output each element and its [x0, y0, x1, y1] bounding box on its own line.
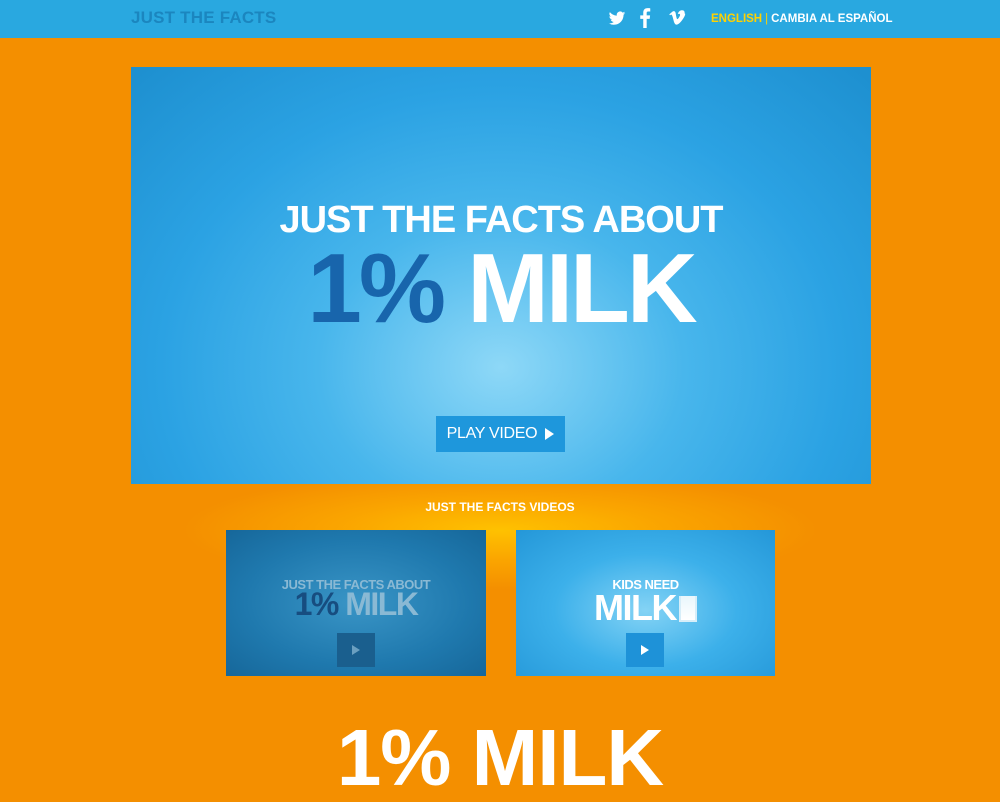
- thumb-title-word: MILK: [594, 587, 677, 628]
- play-video-label: PLAY VIDEO: [446, 425, 538, 442]
- hero-title-percent: 1%: [307, 233, 446, 343]
- hero-title-word: MILK: [467, 233, 697, 343]
- thumb-title: MILK: [516, 590, 775, 626]
- play-icon: [641, 645, 649, 655]
- thumb-play-button[interactable]: [337, 633, 375, 667]
- play-icon: [352, 645, 360, 655]
- play-icon: [545, 428, 555, 440]
- play-video-button[interactable]: PLAY VIDEO: [436, 416, 565, 452]
- thumb-title-percent: 1%: [294, 586, 340, 622]
- social-links: [608, 8, 686, 28]
- hero-video[interactable]: JUST THE FACTS ABOUT 1% MILK PLAY VIDEO: [131, 67, 871, 484]
- page-title: 1% MILK: [336, 713, 664, 802]
- lang-separator: |: [765, 13, 769, 25]
- thumb-play-button[interactable]: [626, 633, 664, 667]
- hero-title: 1% MILK: [131, 239, 871, 337]
- thumb-title: 1% MILK: [226, 588, 486, 620]
- video-thumbnail-1pct-milk[interactable]: JUST THE FACTS ABOUT 1% MILK: [226, 530, 486, 676]
- lang-spanish-link[interactable]: CAMBIA AL ESPAÑOL: [771, 13, 892, 25]
- video-thumbnail-kids-need-milk[interactable]: KIDS NEED MILK: [516, 530, 775, 676]
- thumb-title-word: MILK: [345, 586, 419, 622]
- twitter-icon[interactable]: [608, 8, 626, 28]
- top-bar: JUST THE FACTS ENGLISH | CAMBIA AL ESPAÑOL: [0, 0, 1000, 38]
- videos-heading: JUST THE FACTS VIDEOS: [425, 500, 575, 514]
- vimeo-icon[interactable]: [668, 8, 686, 28]
- site-logo[interactable]: JUST THE FACTS: [131, 8, 276, 28]
- lang-english-link[interactable]: ENGLISH: [711, 13, 762, 25]
- milk-glass-icon: [678, 596, 697, 622]
- language-switcher: ENGLISH | CAMBIA AL ESPAÑOL: [711, 13, 893, 25]
- facebook-icon[interactable]: [638, 8, 656, 28]
